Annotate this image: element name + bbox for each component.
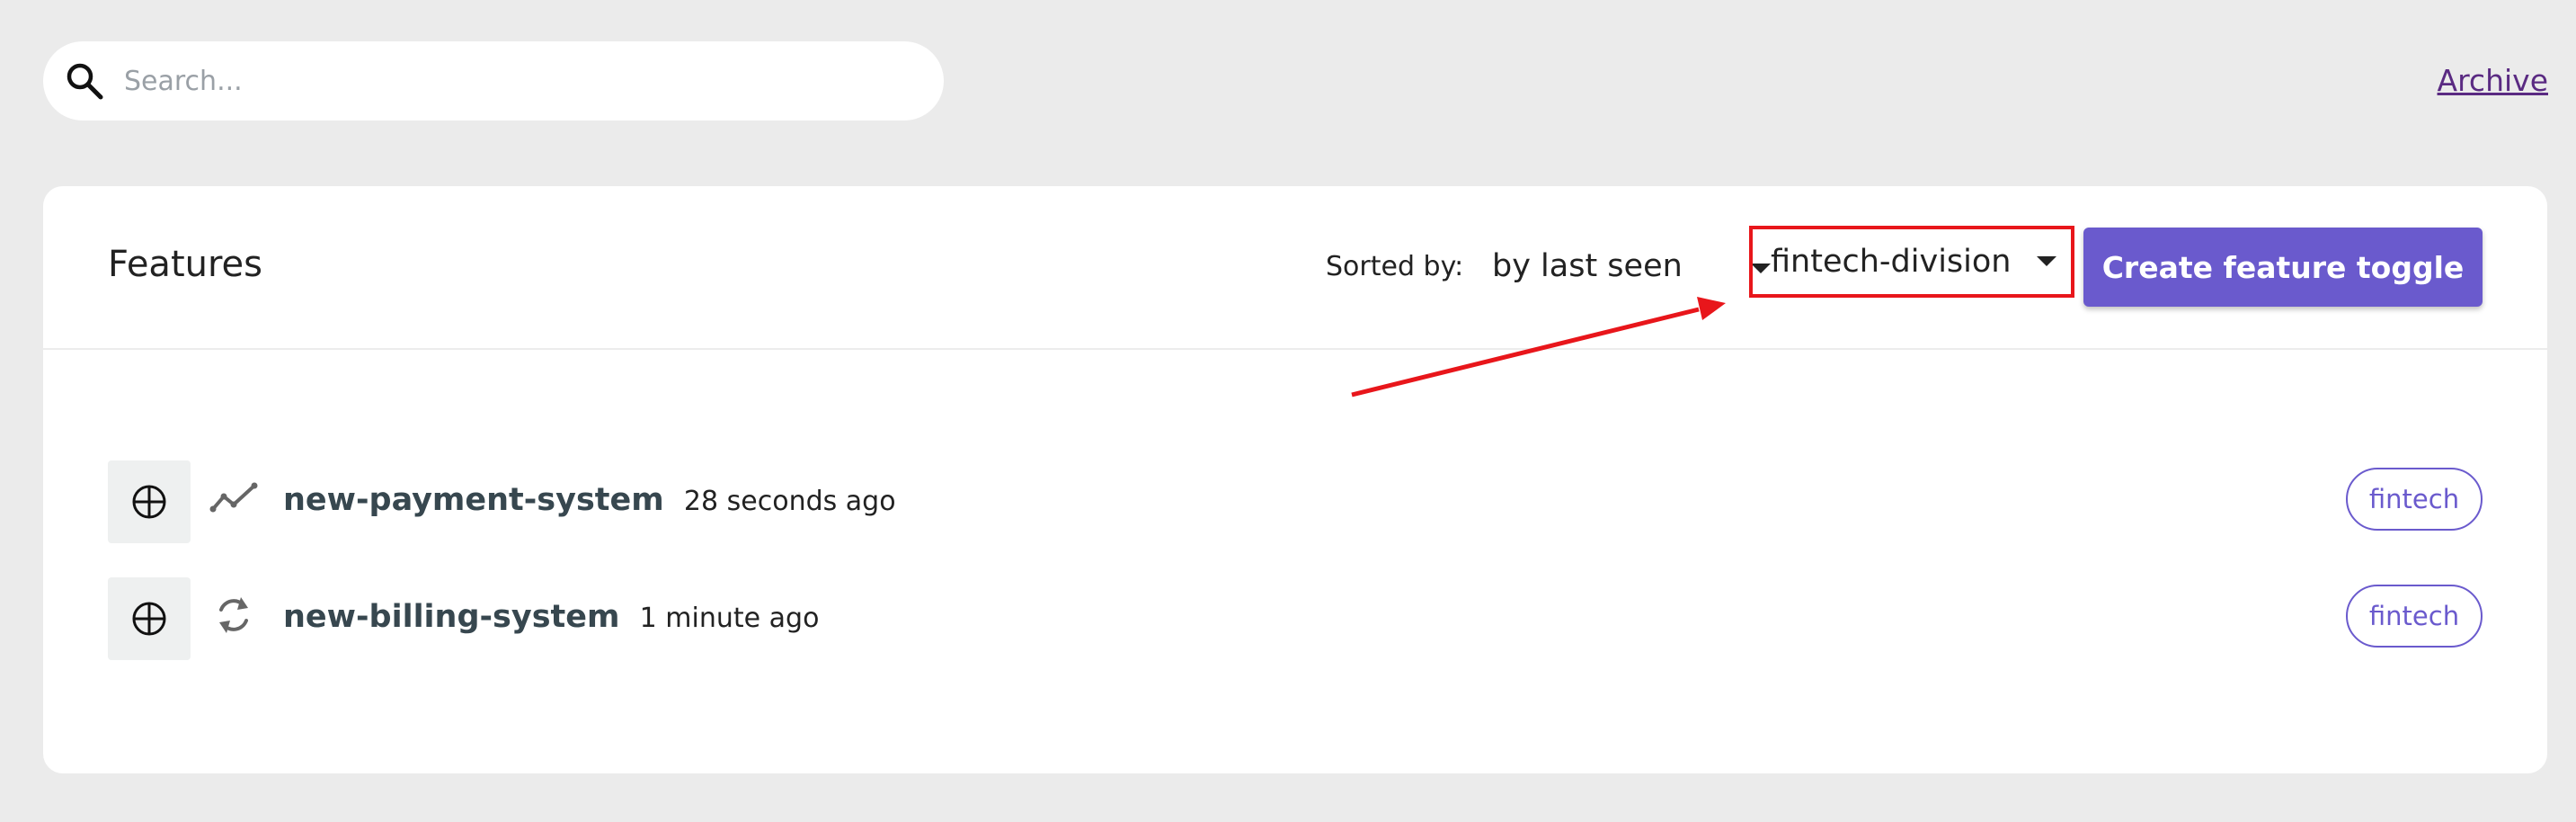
search-input[interactable] (122, 64, 917, 98)
project-badge[interactable]: fintech (2346, 585, 2483, 648)
create-feature-toggle-button[interactable]: Create feature toggle (2083, 228, 2483, 307)
feature-row: new-payment-system 28 seconds ago fintec… (108, 460, 2483, 543)
project-select[interactable]: fintech-division (1749, 226, 2074, 298)
sort-select[interactable]: by last seen (1492, 242, 1780, 290)
expand-button[interactable] (108, 577, 191, 660)
project-select-value: fintech-division (1771, 244, 2012, 280)
search-bar[interactable] (43, 41, 944, 121)
features-header: Features Sorted by: by last seen fintech… (43, 186, 2547, 350)
last-seen-time: 1 minute ago (639, 603, 820, 634)
page-title: Features (108, 244, 262, 285)
sync-icon (209, 590, 259, 640)
expand-button[interactable] (108, 460, 191, 543)
feature-name-link[interactable]: new-billing-system 1 minute ago (283, 599, 819, 635)
sorted-by-label: Sorted by: (1326, 251, 1464, 282)
chevron-down-icon (2037, 256, 2056, 266)
trending-up-icon (209, 473, 259, 523)
add-circle-icon (132, 485, 166, 519)
feature-row: new-billing-system 1 minute ago fintech (108, 577, 2483, 660)
feature-name-link[interactable]: new-payment-system 28 seconds ago (283, 482, 896, 518)
feature-name: new-payment-system (283, 482, 664, 518)
add-circle-icon (132, 602, 166, 636)
search-icon (61, 58, 108, 104)
project-badge[interactable]: fintech (2346, 468, 2483, 531)
feature-name: new-billing-system (283, 599, 620, 635)
archive-link[interactable]: Archive (2438, 63, 2548, 98)
features-card: Features Sorted by: by last seen fintech… (43, 186, 2547, 773)
last-seen-time: 28 seconds ago (683, 486, 896, 517)
sort-select-value: by last seen (1492, 248, 1683, 284)
